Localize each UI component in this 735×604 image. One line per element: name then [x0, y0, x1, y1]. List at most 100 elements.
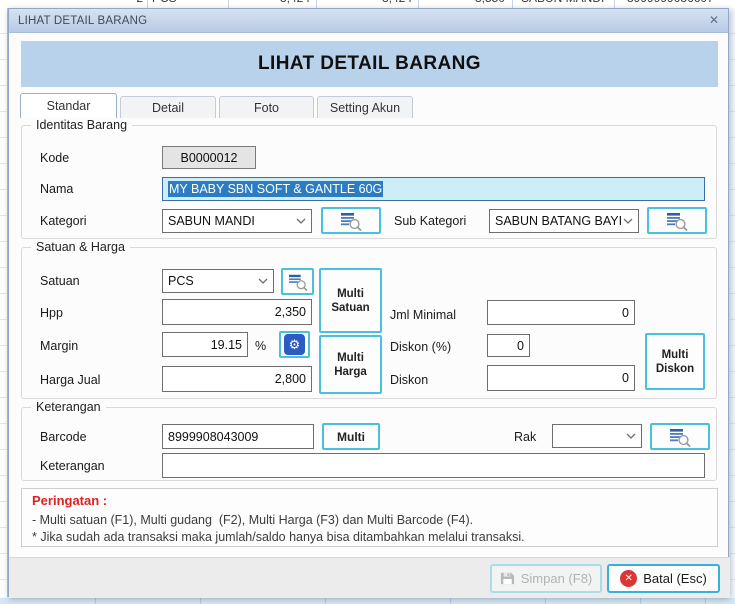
diskon-persen-value: 0: [517, 339, 524, 353]
button-label: Multi: [662, 348, 689, 362]
background-right-strip: [730, 8, 735, 597]
barcode-field[interactable]: 8999908043009: [162, 424, 314, 449]
satuan-dropdown[interactable]: PCS: [162, 269, 274, 293]
groupbox-satuan-harga: Satuan & Harga Satuan PCS Multi Satuan: [21, 247, 717, 399]
margin-label: Margin: [40, 339, 78, 353]
simpan-button[interactable]: Simpan (F8): [490, 564, 602, 593]
dialog-header-title: LIHAT DETAIL BARANG: [258, 53, 481, 75]
dialog-titlebar: LIHAT DETAIL BARANG ✕: [9, 9, 728, 33]
close-icon[interactable]: ✕: [709, 12, 719, 28]
batal-button[interactable]: ✕ Batal (Esc): [607, 564, 720, 593]
sub-kategori-dropdown[interactable]: SABUN BATANG BAYI: [489, 209, 639, 233]
tab-foto[interactable]: Foto: [219, 96, 314, 118]
chevron-down-icon: [626, 433, 636, 439]
groupbox-identitas-barang: Identitas Barang Kode B0000012 Nama MY B…: [21, 125, 717, 239]
jml-minimal-value: 0: [622, 306, 629, 320]
barcode-label: Barcode: [40, 430, 87, 444]
rak-label: Rak: [514, 430, 536, 444]
button-label: Harga: [334, 365, 367, 379]
bg-gridline: [228, 0, 229, 8]
warning-panel: Peringatan : - Multi satuan (F1), Multi …: [21, 488, 718, 547]
button-label: Simpan (F8): [521, 571, 593, 586]
bg-cell: 3,424: [230, 0, 310, 5]
list-search-icon: [665, 211, 689, 231]
bg-gridline: [512, 0, 513, 8]
hpp-label: Hpp: [40, 306, 63, 320]
rak-dropdown[interactable]: [552, 424, 642, 448]
button-label: Multi: [337, 351, 364, 365]
tab-label: Setting Akun: [330, 101, 400, 115]
kode-field: B0000012: [162, 146, 256, 169]
hpp-field[interactable]: 2,350: [162, 299, 312, 325]
bg-gridline: [316, 0, 317, 8]
button-label: Satuan: [331, 301, 369, 315]
jml-minimal-field[interactable]: 0: [487, 300, 635, 325]
margin-settings-button[interactable]: ⚙: [279, 331, 310, 358]
diskon-field[interactable]: 0: [487, 365, 635, 391]
chevron-down-icon: [296, 218, 306, 224]
diskon-persen-field[interactable]: 0: [487, 334, 530, 357]
groupbox-legend: Satuan & Harga: [31, 240, 130, 254]
diskon-value: 0: [622, 371, 629, 385]
screen: -2 PCS 3,424 3,424 3,550 SABUN MANDI 899…: [0, 0, 735, 604]
dialog-title: LIHAT DETAIL BARANG: [9, 15, 147, 27]
sub-kategori-label: Sub Kategori: [394, 214, 466, 228]
bg-cell: SABUN MANDI: [521, 0, 604, 5]
chevron-down-icon: [623, 218, 633, 224]
bg-cell: PCS: [152, 0, 177, 5]
nama-field[interactable]: MY BABY SBN SOFT & GANTLE 60G: [162, 177, 705, 201]
chevron-down-icon: [258, 278, 268, 284]
harga-jual-label: Harga Jual: [40, 373, 100, 387]
keterangan-label: Keterangan: [40, 459, 105, 473]
diskon-persen-label: Diskon (%): [390, 340, 451, 354]
bg-cell: 8999999036607: [627, 0, 714, 5]
kode-value: B0000012: [180, 151, 237, 165]
kategori-browse-button[interactable]: [321, 207, 381, 234]
list-search-icon: [339, 211, 363, 231]
groupbox-legend: Keterangan: [31, 400, 106, 414]
gear-icon: ⚙: [284, 334, 305, 355]
cancel-icon: ✕: [620, 570, 637, 587]
tab-standar[interactable]: Standar: [20, 93, 117, 118]
list-search-icon: [287, 273, 309, 291]
bg-gridline: [147, 0, 148, 8]
kategori-value: SABUN MANDI: [168, 214, 296, 228]
tab-label: Standar: [47, 99, 91, 113]
dialog-footer: Simpan (F8) ✕ Batal (Esc): [9, 557, 730, 598]
button-label: Multi: [337, 430, 365, 444]
button-label: Multi: [337, 287, 364, 301]
hpp-value: 2,350: [275, 305, 306, 319]
multi-harga-button[interactable]: Multi Harga: [319, 335, 382, 394]
bg-cell: 3,424: [332, 0, 412, 5]
bg-cell: -2: [60, 0, 143, 5]
tab-setting-akun[interactable]: Setting Akun: [317, 96, 413, 118]
kode-label: Kode: [40, 151, 69, 165]
warning-line-2: * Jika sudah ada transaksi maka jumlah/s…: [32, 530, 525, 544]
multi-diskon-button[interactable]: Multi Diskon: [645, 333, 705, 390]
sub-kategori-value: SABUN BATANG BAYI: [495, 214, 623, 228]
tab-detail[interactable]: Detail: [120, 96, 216, 118]
satuan-browse-button[interactable]: [281, 268, 314, 295]
diskon-label: Diskon: [390, 373, 428, 387]
barcode-value: 8999908043009: [168, 430, 258, 444]
bg-cell: 3,550: [425, 0, 505, 5]
bg-gridline: [418, 0, 419, 8]
margin-unit-label: %: [255, 339, 266, 353]
rak-browse-button[interactable]: [650, 423, 710, 450]
bg-gridline: [614, 0, 615, 8]
dialog-header-banner: LIHAT DETAIL BARANG: [21, 41, 718, 87]
nama-label: Nama: [40, 182, 73, 196]
dialog-lihat-detail-barang: LIHAT DETAIL BARANG ✕ LIHAT DETAIL BARAN…: [8, 8, 729, 597]
save-icon: [500, 571, 515, 586]
kategori-dropdown[interactable]: SABUN MANDI: [162, 209, 312, 233]
margin-field[interactable]: 19.15: [162, 332, 248, 357]
multi-satuan-button[interactable]: Multi Satuan: [319, 268, 382, 333]
button-label: Diskon: [656, 362, 694, 376]
keterangan-field[interactable]: [162, 453, 705, 478]
harga-jual-field[interactable]: 2,800: [162, 366, 312, 392]
sub-kategori-browse-button[interactable]: [647, 207, 707, 234]
tab-label: Foto: [254, 101, 279, 115]
multi-barcode-button[interactable]: Multi: [322, 423, 380, 450]
button-label: Batal (Esc): [643, 571, 707, 586]
nama-value-selected: MY BABY SBN SOFT & GANTLE 60G: [168, 181, 383, 197]
